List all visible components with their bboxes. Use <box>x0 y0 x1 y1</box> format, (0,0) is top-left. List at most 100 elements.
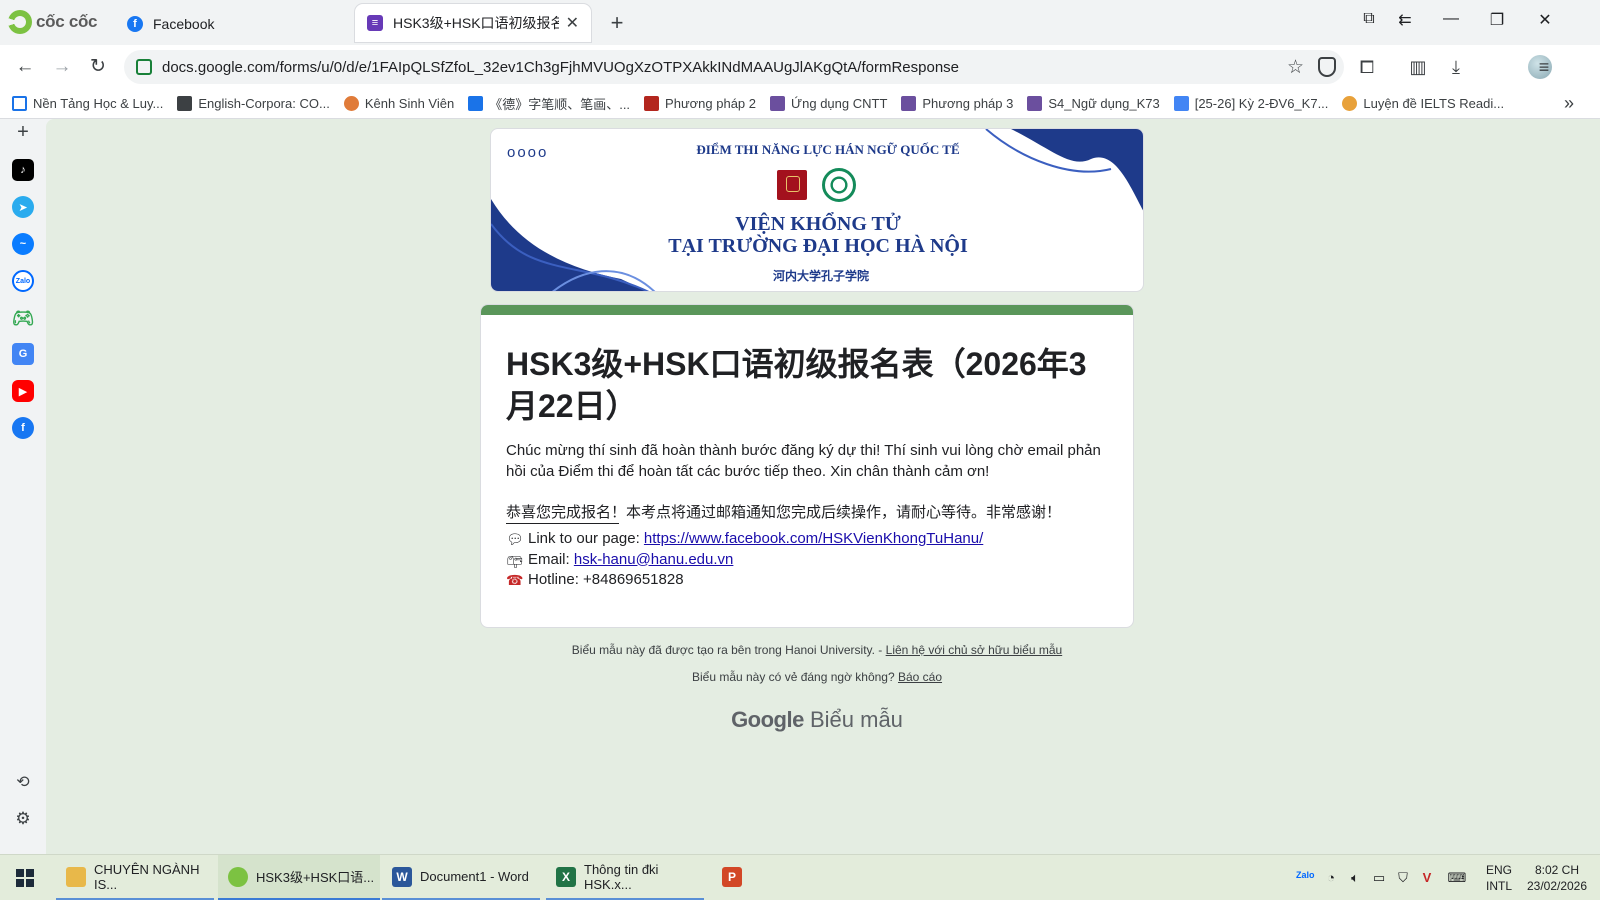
google-wordmark: Google <box>731 707 804 732</box>
tiktok-icon[interactable]: ♪ <box>12 159 34 181</box>
bookmark-favicon-icon <box>343 96 359 111</box>
form-origin-footer: Biểu mẫu này đã được tạo ra bên trong Ha… <box>571 643 1063 657</box>
taskbar-item-explorer[interactable]: CHUYÊN NGÀNH IS... <box>56 855 214 900</box>
minimize-button[interactable]: — <box>1436 10 1466 28</box>
form-header-banner: oooo ĐIỂM THI NĂNG LỰC HÁN NGỮ QUỐC TẾ V… <box>490 128 1144 292</box>
url-text[interactable]: docs.google.com/forms/u/0/d/e/1FAIpQLSfZ… <box>162 59 1262 76</box>
mailbox-icon: 📪︎ <box>506 551 524 568</box>
hotline-line: ☎ Hotline: +84869651828 <box>506 570 1116 591</box>
address-bar[interactable]: docs.google.com/forms/u/0/d/e/1FAIpQLSfZ… <box>124 50 1344 84</box>
zalo-icon[interactable]: Zalo <box>12 270 34 292</box>
keyboard-icon[interactable]: ⌨ <box>1444 870 1470 886</box>
tab-strip: cốc cốc f Facebook ≡ HSK3级+HSK口语初级报名表 ✕ … <box>0 0 1600 45</box>
bookmark-favicon-icon <box>1342 96 1358 111</box>
bookmark-item[interactable]: 《德》字笔顺、笔画、... <box>468 94 630 113</box>
bookmark-item[interactable]: Phương pháp 3 <box>901 96 1013 111</box>
security-shield-icon[interactable]: ⛉ <box>1394 870 1412 886</box>
wifi-icon[interactable]: ◔ <box>1322 870 1340 886</box>
youtube-icon[interactable]: ▶ <box>12 380 34 402</box>
split-view-icon[interactable]: ▥ <box>1407 56 1429 78</box>
bookmark-favicon-icon <box>1173 96 1189 111</box>
banner-top-text: ĐIỂM THI NĂNG LỰC HÁN NGỮ QUỐC TẾ <box>696 142 960 157</box>
close-tab-icon[interactable]: ✕ <box>566 13 579 33</box>
menu-icon[interactable]: ≡ <box>1533 56 1555 78</box>
facebook-icon[interactable]: f <box>12 417 34 439</box>
gamepad-icon[interactable]: 🎮︎ <box>12 307 35 329</box>
bookmark-favicon-icon <box>770 96 786 111</box>
add-sidebar-app-icon[interactable]: + <box>12 121 34 143</box>
back-forward-history-icon[interactable]: ⇇ <box>1390 10 1420 30</box>
new-tab-button[interactable]: + <box>604 10 630 36</box>
speech-bubble-icon: 💬︎ <box>506 531 524 547</box>
download-icon[interactable]: ⤓ <box>1445 56 1467 78</box>
back-button[interactable]: ← <box>13 55 37 79</box>
system-clock[interactable]: 8:02 CH 23/02/2026 <box>1524 862 1590 894</box>
message-chinese: 恭喜您完成报名！本考点将通过邮箱通知您完成后续操作，请耐心等待。非常感谢！ <box>506 503 1062 521</box>
contact-owner-link[interactable]: Liên hệ với chủ sở hữu biểu mẫu <box>886 643 1063 657</box>
bookmark-item[interactable]: Nền Tảng Học & Luy... <box>12 96 163 111</box>
more-bookmarks-icon[interactable]: » <box>1564 93 1574 114</box>
input-language[interactable]: ENG INTL <box>1486 862 1512 894</box>
close-window-button[interactable]: ✕ <box>1530 10 1560 30</box>
coccoc-logo-icon <box>8 10 32 34</box>
bookmark-star-icon[interactable]: ☆ <box>1287 56 1304 79</box>
bookmark-item[interactable]: English-Corpora: CO... <box>177 96 330 111</box>
reload-button[interactable]: ↻ <box>86 55 110 79</box>
taskbar-item-excel[interactable]: X Thông tin đki HSK.x... <box>546 855 704 900</box>
volume-icon[interactable]: 🔈︎ <box>1346 870 1364 886</box>
facebook-page-link[interactable]: https://www.facebook.com/HSKVienKhongTuH… <box>644 529 983 550</box>
google-translate-icon[interactable]: G <box>12 343 34 365</box>
message-vietnamese: Chúc mừng thí sinh đã hoàn thành bước đă… <box>506 442 1101 480</box>
zalo-tray-icon[interactable]: Zalo <box>1296 870 1315 886</box>
bookmark-item[interactable]: S4_Ngữ dụng_K73 <box>1027 96 1160 111</box>
site-info-icon[interactable] <box>136 59 152 75</box>
battery-icon[interactable]: ▭ <box>1370 870 1388 886</box>
tab-title: Facebook <box>153 16 215 32</box>
brand-name: cốc cốc <box>36 12 98 31</box>
telegram-icon[interactable]: ➤ <box>12 196 34 218</box>
page-content: oooo ĐIỂM THI NĂNG LỰC HÁN NGỮ QUỐC TẾ V… <box>46 119 1600 854</box>
phone-icon: ☎ <box>506 572 524 588</box>
google-forms-brand[interactable]: Google Biểu mẫu <box>490 707 1144 733</box>
settings-gear-icon[interactable]: ⚙ <box>12 808 34 830</box>
tab-title: HSK3级+HSK口语初级报名表 <box>393 15 559 31</box>
card-accent-bar <box>481 305 1133 315</box>
hanoi-university-logo <box>777 170 807 200</box>
bookmark-item[interactable]: Kênh Sinh Viên <box>343 96 454 111</box>
excel-icon: X <box>556 866 576 887</box>
report-footer: Biểu mẫu này có vẻ đáng ngờ không? Báo c… <box>691 670 943 684</box>
word-icon: W <box>392 866 412 887</box>
email-link[interactable]: hsk-hanu@hanu.edu.vn <box>574 550 734 571</box>
history-icon[interactable]: ⟲ <box>12 771 34 793</box>
bookmarks-bar: Nền Tảng Học & Luy... English-Corpora: C… <box>0 89 1600 119</box>
tab-search-icon[interactable]: ⧉ <box>1354 10 1384 28</box>
messenger-icon[interactable]: ~ <box>12 233 34 255</box>
taskbar-item-browser[interactable]: HSK3级+HSK口语... <box>218 855 380 900</box>
bookmark-item[interactable]: Ứng dụng CNTT <box>770 96 887 111</box>
extensions-icon[interactable]: ⧠ <box>1356 56 1378 78</box>
bookmark-item[interactable]: Phương pháp 2 <box>644 96 756 111</box>
unikey-icon[interactable]: V <box>1418 870 1436 886</box>
bookmark-item[interactable]: [25-26] Kỳ 2-ĐV6_K7... <box>1173 96 1328 111</box>
report-link[interactable]: Báo cáo <box>898 670 942 684</box>
form-title: HSK3级+HSK口语初级报名表（2026年3月22日） <box>506 346 1087 424</box>
browser-brand[interactable]: cốc cốc <box>8 6 98 38</box>
bookmark-item[interactable]: Luyện đề IELTS Readi... <box>1342 96 1504 111</box>
restore-button[interactable]: ❐ <box>1482 10 1512 30</box>
forms-wordmark: Biểu mẫu <box>809 707 903 732</box>
tab-hsk-form[interactable]: ≡ HSK3级+HSK口语初级报名表 ✕ <box>355 4 591 42</box>
tab-facebook[interactable]: f Facebook <box>115 6 335 42</box>
bookmark-favicon-icon <box>468 96 484 111</box>
windows-start-icon[interactable] <box>16 869 34 887</box>
bookmark-favicon-icon <box>1027 96 1043 111</box>
banner-title: VIỆN KHỔNG TỬ TẠI TRƯỜNG ĐẠI HỌC HÀ NỘI <box>668 213 968 257</box>
adblock-shield-icon[interactable] <box>1318 57 1336 77</box>
windows-taskbar: CHUYÊN NGÀNH IS... HSK3级+HSK口语... W Docu… <box>0 854 1600 900</box>
taskbar-item-word[interactable]: W Document1 - Word <box>382 855 540 900</box>
bookmark-favicon-icon <box>644 96 660 111</box>
email-line: 📪︎ Email: hsk-hanu@hanu.edu.vn <box>506 550 1116 571</box>
forward-button[interactable]: → <box>50 55 74 79</box>
coccoc-icon <box>228 866 248 887</box>
taskbar-item-powerpoint[interactable]: P <box>712 855 760 900</box>
form-response-card: HSK3级+HSK口语初级报名表（2026年3月22日） Chúc mừng t… <box>480 304 1134 628</box>
